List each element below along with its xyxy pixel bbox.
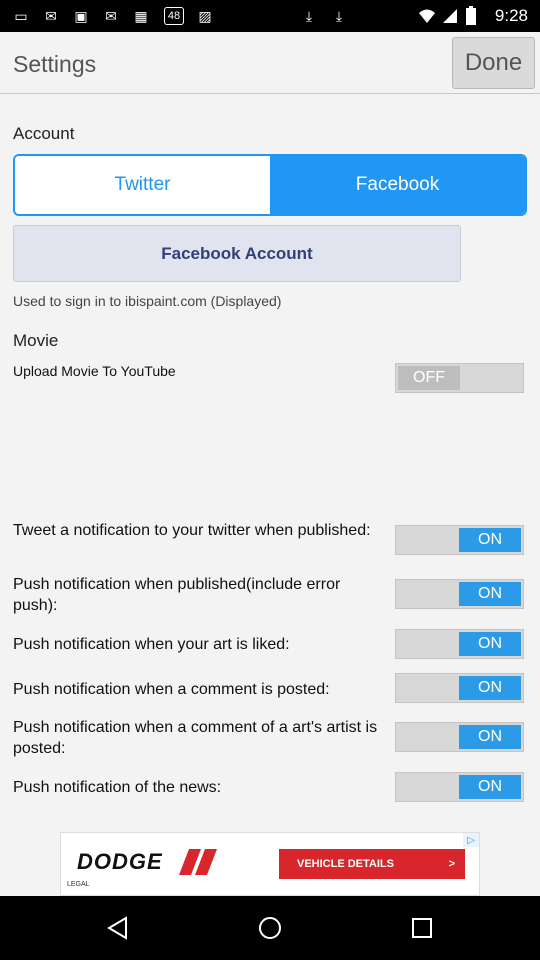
ad-vehicle-details-button[interactable]: VEHICLE DETAILS > bbox=[279, 849, 465, 879]
header: Settings Done bbox=[0, 32, 540, 94]
notification-label-artist-comment: Push notification when a comment of a ar… bbox=[13, 719, 378, 757]
notification-toggle-artist-comment[interactable]: ON bbox=[395, 722, 524, 752]
email-icon: ✉ bbox=[45, 7, 57, 24]
toggle-state: ON bbox=[459, 632, 521, 656]
tab-twitter[interactable]: Twitter bbox=[15, 156, 270, 214]
ad-brand-logo: DODGE bbox=[77, 849, 163, 874]
ad-banner[interactable]: DODGE VEHICLE DETAILS > LEGAL ▷ bbox=[60, 832, 480, 896]
notification-toggle-liked[interactable]: ON bbox=[395, 629, 524, 659]
message-icon: ▭ bbox=[14, 7, 28, 24]
page-title: Settings bbox=[13, 51, 97, 77]
account-hint: Used to sign in to ibispaint.com (Displa… bbox=[13, 293, 282, 309]
account-section-label: Account bbox=[13, 124, 75, 143]
email-icon: ✉ bbox=[105, 7, 117, 24]
notification-label-tweet: Tweet a notification to your twitter whe… bbox=[13, 522, 371, 539]
toggle-state: ON bbox=[459, 775, 521, 799]
signal-icon bbox=[443, 9, 457, 23]
toggle-state: ON bbox=[459, 528, 521, 552]
status-bar: ▭ ✉ ▣ ✉ ▦ 48 ▨ ⤓ ⤓ 9:28 bbox=[0, 0, 540, 32]
battery-icon bbox=[466, 6, 476, 25]
ad-legal-link[interactable]: LEGAL bbox=[67, 881, 90, 888]
clock: 9:28 bbox=[494, 6, 528, 25]
toggle-state: ON bbox=[459, 676, 521, 700]
home-icon[interactable] bbox=[258, 916, 282, 940]
notification-label-comment: Push notification when a comment is post… bbox=[13, 681, 330, 698]
toggle-state: OFF bbox=[398, 366, 460, 390]
notification-48-icon: 48 bbox=[164, 7, 184, 25]
notification-toggle-published[interactable]: ON bbox=[395, 579, 524, 609]
back-icon[interactable] bbox=[106, 916, 130, 940]
account-segmented-control: Twitter Facebook bbox=[13, 154, 527, 216]
notification-toggle-comment[interactable]: ON bbox=[395, 673, 524, 703]
ad-stripes-icon bbox=[179, 849, 217, 875]
wifi-icon bbox=[419, 9, 435, 23]
download-icon: ⤓ bbox=[305, 7, 313, 24]
ad-cta-arrow: > bbox=[448, 858, 455, 870]
navigation-bar bbox=[0, 896, 540, 960]
notification-toggle-tweet[interactable]: ON bbox=[395, 525, 524, 555]
ad-cta-label: VEHICLE DETAILS bbox=[297, 858, 394, 870]
screen: ▭ ✉ ▣ ✉ ▦ 48 ▨ ⤓ ⤓ 9:28 Settings Done Ac… bbox=[0, 0, 540, 960]
photo-icon: ▣ bbox=[74, 7, 88, 24]
notification-label-news: Push notification of the news: bbox=[13, 779, 222, 796]
tab-facebook[interactable]: Facebook bbox=[270, 156, 525, 214]
notification-label-liked: Push notification when your art is liked… bbox=[13, 636, 290, 653]
image-icon: ▨ bbox=[198, 7, 212, 24]
movie-section-label: Movie bbox=[13, 331, 59, 350]
ad-choices-icon[interactable]: ▷ bbox=[463, 833, 479, 847]
done-button[interactable]: Done bbox=[452, 37, 535, 89]
toggle-state: ON bbox=[459, 725, 521, 749]
notification-toggle-news[interactable]: ON bbox=[395, 772, 524, 802]
toggle-state: ON bbox=[459, 582, 521, 606]
calendar-icon: ▦ bbox=[134, 7, 148, 24]
notification-label-published: Push notification when published(include… bbox=[13, 576, 341, 614]
download-icon: ⤓ bbox=[335, 7, 343, 24]
facebook-account-button[interactable]: Facebook Account bbox=[13, 225, 461, 282]
recents-icon[interactable] bbox=[410, 916, 434, 940]
upload-movie-toggle[interactable]: OFF bbox=[395, 363, 524, 393]
upload-movie-label: Upload Movie To YouTube bbox=[13, 363, 176, 379]
